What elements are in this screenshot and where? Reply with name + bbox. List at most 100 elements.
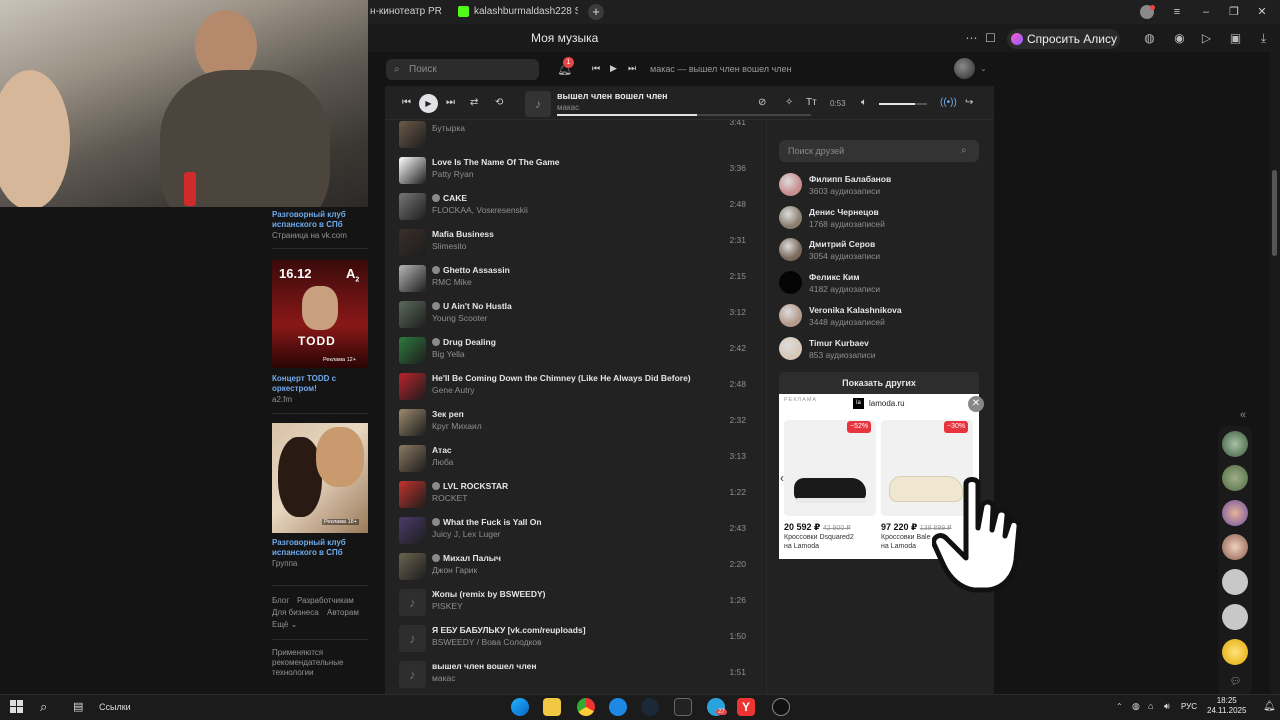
volume-slider[interactable] bbox=[879, 103, 927, 105]
track-cover[interactable] bbox=[399, 121, 426, 148]
task-view-icon[interactable]: ▤ bbox=[73, 700, 83, 713]
volume-icon[interactable]: 🔈︎ bbox=[861, 97, 867, 108]
network-icon[interactable]: ⌂ bbox=[1148, 701, 1153, 711]
track-row[interactable]: Атас Люба 3:13 bbox=[385, 441, 766, 477]
track-artist[interactable]: PISKEY bbox=[432, 601, 463, 611]
minimize-icon[interactable]: – bbox=[1196, 4, 1216, 20]
new-tab-button[interactable]: + bbox=[588, 4, 604, 20]
track-row[interactable]: Ghetto Assassin RMC Mike 2:15 bbox=[385, 261, 766, 297]
track-row[interactable]: ♪ Жопы (remix by BSWEEDY) PISKEY 1:26 bbox=[385, 585, 766, 621]
side-avatar[interactable] bbox=[1222, 500, 1248, 526]
ad-close-icon[interactable]: ✕ bbox=[968, 396, 984, 412]
taskbar-clock[interactable]: 18:25 24.11.2025 bbox=[1207, 696, 1246, 716]
top-play-icon[interactable]: ▶ bbox=[610, 63, 617, 74]
media-icon[interactable]: ▷ bbox=[1199, 31, 1214, 46]
friend-item[interactable]: Timur Kurbaev 853 аудиозаписи bbox=[779, 336, 989, 365]
ask-alice-button[interactable]: Спросить Алису AI bbox=[1007, 29, 1120, 66]
track-row[interactable]: He'll Be Coming Down the Chimney (Like H… bbox=[385, 369, 766, 405]
obs-icon[interactable] bbox=[772, 698, 790, 716]
friend-avatar[interactable] bbox=[779, 173, 802, 196]
notifications-icon[interactable]: 🔔︎ bbox=[1263, 701, 1276, 712]
friend-name[interactable]: Veronika Kalashnikova bbox=[809, 305, 902, 315]
more-icon[interactable]: ⋯ bbox=[964, 31, 979, 46]
browser-tab-kick[interactable]: kalashburmaldash228 Stre bbox=[456, 0, 578, 24]
track-artist[interactable]: Slimesito bbox=[432, 241, 466, 251]
friend-avatar[interactable] bbox=[779, 205, 802, 229]
track-artist[interactable]: Люба bbox=[432, 457, 453, 467]
track-row[interactable]: CAKE FLOCKAA, Vosкresenskii 2:48 bbox=[385, 189, 766, 225]
track-cover[interactable] bbox=[399, 193, 426, 220]
track-cover[interactable] bbox=[399, 157, 426, 184]
track-artist[interactable]: Gene Autry bbox=[432, 385, 475, 395]
ad-product-card[interactable] bbox=[784, 420, 876, 516]
track-row[interactable]: U Ain't No Hustla Young Scooter 3:12 bbox=[385, 297, 766, 333]
track-row[interactable]: ♪ вышел член вошел член макас 1:51 bbox=[385, 657, 766, 693]
yandex-browser-icon[interactable]: Y bbox=[737, 698, 755, 716]
track-artist[interactable]: ROCKET bbox=[432, 493, 467, 503]
language-indicator[interactable]: РУС bbox=[1181, 702, 1197, 711]
taskbar-links-label[interactable]: Ссылки bbox=[99, 702, 131, 712]
track-row[interactable]: ♪ Я ЕБУ БАБУЛЬКУ [vk.com/reuploads] BSWEED… bbox=[385, 621, 766, 657]
broadcast-icon[interactable]: ((•)) bbox=[940, 97, 957, 108]
steam-icon[interactable] bbox=[641, 698, 659, 716]
side-avatar-placeholder[interactable] bbox=[1222, 604, 1248, 630]
track-artist[interactable]: Patty Ryan bbox=[432, 169, 474, 179]
link-blog[interactable]: Блог bbox=[272, 596, 289, 605]
group1-title[interactable]: Разговорный клуб испанского в СПб bbox=[272, 210, 362, 230]
side-avatar[interactable] bbox=[1222, 465, 1248, 491]
sparkle-icon[interactable]: ✧ bbox=[785, 97, 793, 108]
friend-item[interactable]: Денис Чернецов 1768 аудиозаписей bbox=[779, 205, 989, 234]
note-icon[interactable]: ♪ bbox=[399, 589, 426, 616]
friend-item[interactable]: Veronika Kalashnikova 3448 аудиозаписей bbox=[779, 303, 989, 332]
epic-games-icon[interactable] bbox=[674, 698, 692, 716]
shuffle-icon[interactable]: ⇄ bbox=[470, 97, 478, 108]
link-more[interactable]: Ещё ⌄ bbox=[272, 620, 297, 629]
track-cover[interactable] bbox=[399, 301, 426, 328]
lyrics-icon[interactable]: Tт bbox=[806, 97, 817, 108]
downloads-icon[interactable]: ⤓ bbox=[1256, 31, 1271, 46]
friend-name[interactable]: Денис Чернецов bbox=[809, 207, 879, 217]
friend-name[interactable]: Timur Kurbaev bbox=[809, 338, 869, 348]
user-avatar[interactable] bbox=[954, 58, 975, 79]
track-cover[interactable] bbox=[399, 229, 426, 256]
friend-item[interactable]: Дмитрий Серов 3054 аудиозаписи bbox=[779, 238, 989, 266]
friend-item[interactable]: Феликс Ким 4182 аудиозаписи bbox=[779, 271, 989, 299]
note-icon[interactable]: ♪ bbox=[399, 661, 426, 688]
player-artist[interactable]: макас bbox=[557, 103, 579, 112]
play-button[interactable]: ▶ bbox=[419, 94, 438, 113]
check-app-icon[interactable] bbox=[609, 698, 627, 716]
track-row[interactable]: Зек реп Круг Михаил 2:32 bbox=[385, 405, 766, 441]
tray-app-icon[interactable]: ◍ bbox=[1132, 701, 1140, 712]
progress-bar[interactable] bbox=[557, 114, 811, 116]
globe-icon[interactable]: ◍ bbox=[1142, 31, 1157, 46]
edge-icon[interactable] bbox=[511, 698, 529, 716]
track-artist[interactable]: Бутырка bbox=[432, 123, 465, 133]
friend-avatar[interactable] bbox=[779, 336, 802, 360]
track-row[interactable]: Михал Палыч Джон Гарик 2:20 bbox=[385, 549, 766, 585]
friend-name[interactable]: Феликс Ким bbox=[809, 272, 860, 282]
track-cover[interactable] bbox=[399, 553, 426, 580]
friend-avatar[interactable] bbox=[779, 238, 802, 262]
ad-brand[interactable]: la lamoda.ru bbox=[853, 398, 905, 409]
friend-name[interactable]: Филипп Балабанов bbox=[809, 174, 891, 184]
scrollbar-thumb[interactable] bbox=[1272, 170, 1277, 256]
friend-avatar[interactable] bbox=[779, 271, 802, 295]
friends-search-input[interactable]: Поиск друзей ⌕ bbox=[779, 140, 979, 162]
track-artist[interactable]: Young Scooter bbox=[432, 313, 487, 323]
side-avatar[interactable] bbox=[1222, 639, 1248, 665]
carousel-prev-icon[interactable]: ‹ bbox=[780, 471, 784, 485]
maximize-icon[interactable]: ❐ bbox=[1224, 4, 1244, 20]
track-artist[interactable]: Juicy J, Lex Luger bbox=[432, 529, 501, 539]
ad-spanish-club-image[interactable]: Реклама 18+ bbox=[272, 423, 368, 533]
track-cover[interactable] bbox=[399, 373, 426, 400]
link-authors[interactable]: Авторам bbox=[327, 608, 359, 617]
chat-icon[interactable]: 💬︎ bbox=[1230, 676, 1241, 687]
side-avatar[interactable] bbox=[1222, 534, 1248, 560]
track-cover[interactable] bbox=[399, 481, 426, 508]
top-prev-icon[interactable]: ⏮ bbox=[592, 63, 600, 74]
link-developers[interactable]: Разработчикам bbox=[297, 596, 354, 605]
track-cover[interactable] bbox=[399, 517, 426, 544]
side-avatar-placeholder[interactable] bbox=[1222, 569, 1248, 595]
side-avatar[interactable] bbox=[1222, 431, 1248, 457]
track-cover[interactable] bbox=[399, 445, 426, 472]
